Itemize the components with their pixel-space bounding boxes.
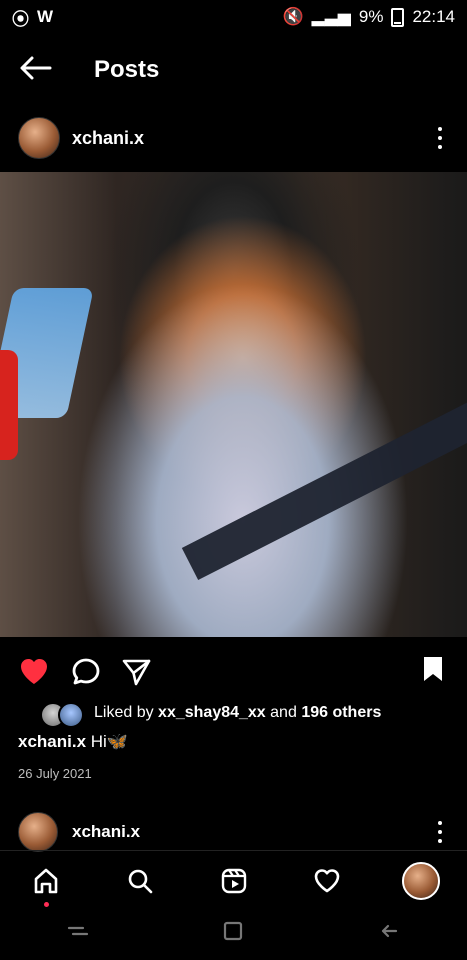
status-bar: ⦿ W 🔇 ▂▃▅ 9% 22:14 [0,0,467,34]
mini-avatar [58,702,84,728]
status-right: 🔇 ▂▃▅ 9% 22:14 [282,7,455,27]
reels-icon[interactable] [214,861,254,901]
back-button-icon[interactable] [377,919,401,948]
user-avatar[interactable] [18,117,60,159]
liked-by-user[interactable]: xx_shay84_xx [158,704,266,722]
status-left: ⦿ W [12,5,53,30]
heart-filled-icon[interactable] [18,656,50,686]
liked-by-avatars [40,702,84,728]
post-actions [0,648,467,692]
mute-icon: 🔇 [282,7,304,26]
post-username[interactable]: xchani.x [72,128,144,149]
and-text: and [270,704,297,721]
bookmark-filled-icon[interactable] [421,654,445,684]
likes-row[interactable]: Liked by xx_shay84_xx and 196 others [40,700,381,728]
comment-icon[interactable] [70,656,102,686]
bottom-nav [0,850,467,910]
signal-icon: ▂▃▅ [311,7,351,26]
caption: xchani.x Hi🦋 [18,732,128,752]
more-vertical-icon[interactable] [437,127,443,149]
next-user-avatar[interactable] [18,812,58,852]
profile-avatar[interactable] [401,861,441,901]
next-post-header: xchani.x [0,812,467,852]
next-post-username[interactable]: xchani.x [72,822,140,842]
home-button-icon[interactable] [221,919,245,948]
time: 22:14 [412,7,455,26]
battery-icon [391,7,405,27]
search-icon[interactable] [120,861,160,901]
paper-plane-icon[interactable] [120,656,152,686]
recent-apps-icon[interactable] [66,919,90,948]
w-icon: W [37,7,54,26]
profile-avatar-image [402,861,440,900]
home-icon[interactable] [26,861,66,907]
arrow-left-icon[interactable] [18,54,54,82]
liked-by-prefix: Liked by [94,704,154,721]
post-date: 26 July 2021 [18,766,92,781]
messenger-icon: ⦿ [12,9,29,29]
battery-percent: 9% [358,7,384,26]
red-object [0,350,18,460]
heart-outline-icon[interactable] [307,861,347,901]
system-nav [0,906,467,960]
others-count[interactable]: 196 others [301,704,381,722]
more-vertical-icon[interactable] [437,821,443,843]
caption-text: Hi🦋 [90,732,129,751]
top-bar: Posts [0,44,467,92]
caption-username[interactable]: xchani.x [18,732,86,751]
post-header: xchani.x [0,114,467,162]
post-photo[interactable] [0,172,467,637]
page-title: Posts [94,56,160,83]
